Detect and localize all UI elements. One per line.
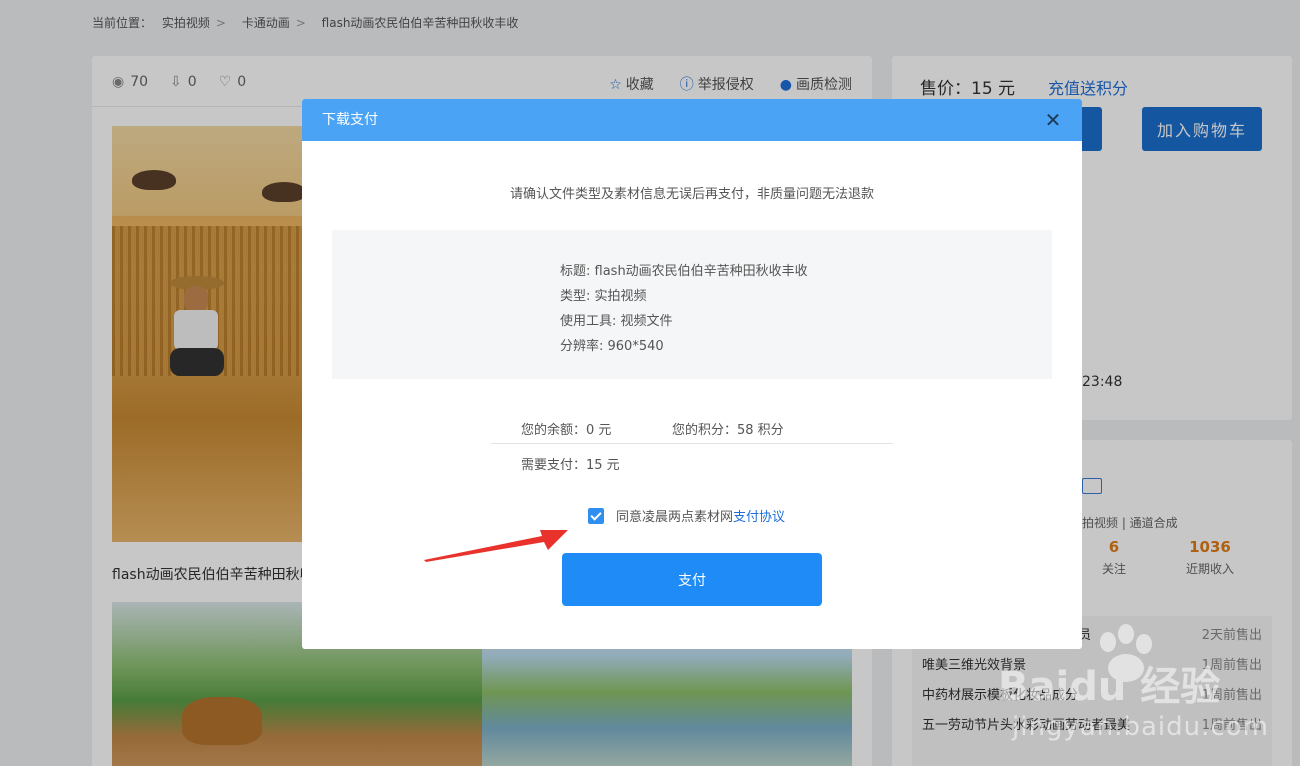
arrow-annotation-icon <box>424 530 568 562</box>
payment-dialog: 下载支付 ✕ 请确认文件类型及素材信息无误后再支付，非质量问题无法退款 标题: … <box>302 99 1082 649</box>
material-info-box: 标题: flash动画农民伯伯辛苦种田秋收丰收 类型: 实拍视频 使用工具: 视… <box>332 230 1052 379</box>
info-resolution: 分辨率: 960*540 <box>560 339 664 354</box>
info-type: 类型: 实拍视频 <box>560 289 647 304</box>
dialog-header: 下载支付 ✕ <box>302 99 1082 141</box>
baidu-watermark: Baidu 经验 jingyan.baidu.com <box>990 620 1290 766</box>
dialog-title: 下载支付 <box>322 112 378 128</box>
info-title: 标题: flash动画农民伯伯辛苦种田秋收丰收 <box>560 264 808 279</box>
payment-agreement-link[interactable]: 支付协议 <box>733 506 785 525</box>
material-info: 标题: flash动画农民伯伯辛苦种田秋收丰收 类型: 实拍视频 使用工具: 视… <box>560 259 808 359</box>
divider <box>491 443 893 444</box>
agreement-row: 同意凌晨两点素材网 支付协议 <box>588 506 785 525</box>
points-text: 您的积分：58 积分 <box>672 423 784 438</box>
pay-button[interactable]: 支付 <box>562 553 822 606</box>
agree-checkbox[interactable] <box>588 507 604 524</box>
watermark-brand: Baidu 经验 <box>998 664 1221 710</box>
watermark-url: jingyan.baidu.com <box>1012 712 1269 742</box>
amount-due: 需要支付：15 元 <box>521 458 620 473</box>
agree-text: 同意凌晨两点素材网 <box>616 510 734 525</box>
info-tool: 使用工具: 视频文件 <box>560 314 673 329</box>
refund-notice: 请确认文件类型及素材信息无误后再支付，非质量问题无法退款 <box>509 187 874 202</box>
close-icon[interactable]: ✕ <box>1040 107 1066 133</box>
balance-text: 您的余额：0 元 <box>521 423 612 438</box>
